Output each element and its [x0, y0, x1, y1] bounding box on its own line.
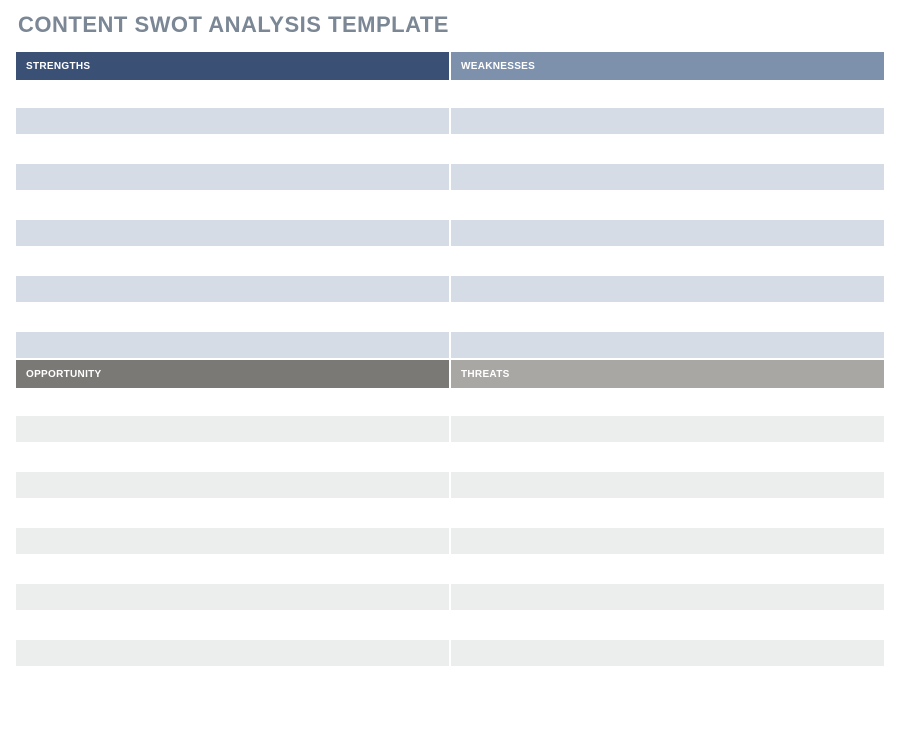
threats-cell[interactable]	[451, 472, 884, 500]
weaknesses-cell[interactable]	[451, 220, 884, 248]
strengths-cell[interactable]	[16, 220, 451, 248]
threats-cell[interactable]	[451, 528, 884, 556]
weaknesses-cell[interactable]	[451, 108, 884, 136]
top-header-row: STRENGTHS WEAKNESSES	[16, 52, 884, 80]
table-row	[16, 80, 884, 108]
strengths-cell[interactable]	[16, 136, 451, 164]
table-row	[16, 640, 884, 668]
table-row	[16, 388, 884, 416]
strengths-cell[interactable]	[16, 108, 451, 136]
threats-cell[interactable]	[451, 556, 884, 584]
table-row	[16, 528, 884, 556]
strengths-cell[interactable]	[16, 248, 451, 276]
table-row	[16, 276, 884, 304]
strengths-cell[interactable]	[16, 164, 451, 192]
threats-cell[interactable]	[451, 640, 884, 668]
table-row	[16, 108, 884, 136]
threats-header: THREATS	[451, 360, 884, 388]
table-row	[16, 332, 884, 360]
strengths-header: STRENGTHS	[16, 52, 451, 80]
weaknesses-cell[interactable]	[451, 164, 884, 192]
strengths-cell[interactable]	[16, 332, 451, 360]
table-row	[16, 612, 884, 640]
table-row	[16, 220, 884, 248]
opportunity-cell[interactable]	[16, 556, 451, 584]
table-row	[16, 192, 884, 220]
table-row	[16, 416, 884, 444]
page-title: CONTENT SWOT ANALYSIS TEMPLATE	[18, 12, 884, 38]
strengths-cell[interactable]	[16, 276, 451, 304]
weaknesses-cell[interactable]	[451, 276, 884, 304]
threats-cell[interactable]	[451, 444, 884, 472]
threats-cell[interactable]	[451, 388, 884, 416]
threats-cell[interactable]	[451, 416, 884, 444]
opportunity-header: OPPORTUNITY	[16, 360, 451, 388]
swot-bottom-section: OPPORTUNITY THREATS	[16, 360, 884, 668]
bottom-header-row: OPPORTUNITY THREATS	[16, 360, 884, 388]
opportunity-cell[interactable]	[16, 472, 451, 500]
weaknesses-header: WEAKNESSES	[451, 52, 884, 80]
table-row	[16, 444, 884, 472]
weaknesses-cell[interactable]	[451, 192, 884, 220]
bottom-rows	[16, 388, 884, 668]
weaknesses-cell[interactable]	[451, 136, 884, 164]
weaknesses-cell[interactable]	[451, 248, 884, 276]
table-row	[16, 304, 884, 332]
opportunity-cell[interactable]	[16, 416, 451, 444]
threats-cell[interactable]	[451, 584, 884, 612]
table-row	[16, 556, 884, 584]
opportunity-cell[interactable]	[16, 640, 451, 668]
strengths-cell[interactable]	[16, 192, 451, 220]
table-row	[16, 248, 884, 276]
strengths-cell[interactable]	[16, 304, 451, 332]
opportunity-cell[interactable]	[16, 500, 451, 528]
opportunity-cell[interactable]	[16, 388, 451, 416]
threats-cell[interactable]	[451, 500, 884, 528]
table-row	[16, 472, 884, 500]
weaknesses-cell[interactable]	[451, 304, 884, 332]
opportunity-cell[interactable]	[16, 584, 451, 612]
table-row	[16, 164, 884, 192]
opportunity-cell[interactable]	[16, 444, 451, 472]
threats-cell[interactable]	[451, 612, 884, 640]
opportunity-cell[interactable]	[16, 612, 451, 640]
table-row	[16, 584, 884, 612]
weaknesses-cell[interactable]	[451, 80, 884, 108]
top-rows	[16, 80, 884, 360]
swot-container: STRENGTHS WEAKNESSES OPPORTUNITY THREATS	[16, 52, 884, 668]
strengths-cell[interactable]	[16, 80, 451, 108]
opportunity-cell[interactable]	[16, 528, 451, 556]
table-row	[16, 500, 884, 528]
table-row	[16, 136, 884, 164]
swot-top-section: STRENGTHS WEAKNESSES	[16, 52, 884, 360]
weaknesses-cell[interactable]	[451, 332, 884, 360]
